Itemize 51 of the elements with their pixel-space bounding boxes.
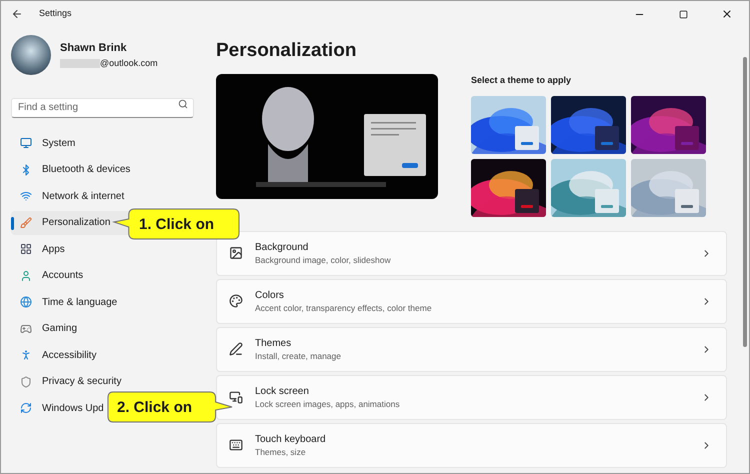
gamepad-icon [20, 322, 32, 335]
close-icon [721, 8, 733, 20]
person-icon [20, 270, 32, 282]
sidebar-item[interactable]: System [11, 131, 194, 156]
settings-card[interactable]: Themes Install, create, manage [216, 326, 727, 372]
card-title: Lock screen [255, 384, 310, 398]
search-field[interactable]: Find a setting [11, 98, 194, 118]
card-subtitle: Accent color, transparency effects, color theme [255, 302, 432, 314]
card-subtitle: Lock screen images, apps, animations [255, 398, 400, 410]
account-email: @outlook.com [100, 56, 158, 70]
sidebar-item[interactable]: Bluetooth & devices [11, 158, 194, 182]
keyboard-icon [229, 438, 243, 452]
settings-card[interactable]: Background Background image, color, slideshow [216, 230, 727, 276]
screen-lock-icon [229, 390, 243, 404]
refresh-icon [20, 402, 32, 414]
settings-card[interactable]: Lock screen Lock screen images, apps, animations [216, 374, 727, 420]
card-title: Background [255, 240, 310, 254]
palette-icon [229, 294, 243, 308]
image-icon [229, 246, 243, 260]
settings-card[interactable]: Colors Accent color, transparency effects, color theme [216, 278, 727, 324]
apps-icon [20, 243, 32, 256]
search-icon [178, 99, 188, 109]
sidebar-item[interactable]: Accounts [11, 264, 194, 288]
page-title: Personalization [216, 39, 358, 63]
card-title: Colors [255, 288, 285, 302]
shield-icon [20, 376, 32, 388]
themes-heading: Select a theme to apply [471, 74, 572, 87]
sidebar-item[interactable]: Time & language [11, 290, 194, 314]
card-subtitle: Background image, color, slideshow [255, 254, 391, 266]
callout-tooltip: 1. Click on [113, 207, 241, 241]
back-icon[interactable] [11, 8, 23, 20]
card-title: Themes [255, 336, 292, 350]
monitor-icon [20, 137, 32, 150]
card-subtitle: Themes, size [255, 446, 307, 458]
bluetooth-icon [20, 164, 32, 176]
card-subtitle: Install, create, manage [255, 350, 341, 362]
sidebar-item[interactable]: Network & internet [11, 184, 194, 208]
accessibility-icon [20, 349, 32, 362]
window-title: Settings [39, 7, 72, 20]
pen-icon [229, 342, 243, 356]
settings-card[interactable]: Touch keyboard Themes, size [216, 422, 727, 468]
scrollbar[interactable] [743, 57, 747, 347]
brush-icon [20, 216, 32, 229]
redacted-email [60, 58, 100, 68]
avatar [11, 35, 51, 75]
sidebar-item[interactable]: Accessibility [11, 343, 194, 368]
globe-icon [20, 296, 32, 308]
sidebar-item[interactable]: Gaming [11, 316, 194, 341]
account-name: Shawn Brink [60, 41, 128, 56]
card-title: Touch keyboard [255, 432, 326, 446]
maximize-icon [678, 10, 688, 18]
